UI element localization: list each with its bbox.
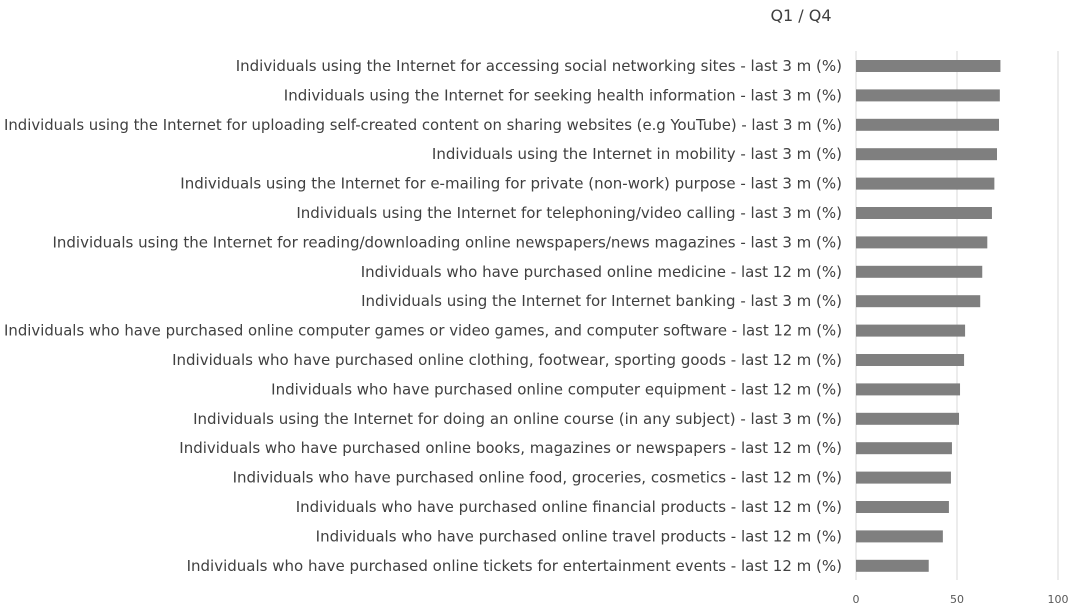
category-label: Individuals using the Internet in mobili… xyxy=(432,145,842,163)
bar xyxy=(856,265,983,278)
bar xyxy=(856,559,929,572)
bar xyxy=(856,295,981,308)
bar xyxy=(856,354,965,366)
category-label: Individuals who have purchased online cl… xyxy=(172,351,842,369)
category-label: Individuals who have purchased online me… xyxy=(361,263,842,281)
category-label: Individuals using the Internet for e-mai… xyxy=(180,175,842,193)
category-label: Individuals who have purchased online fi… xyxy=(296,498,842,516)
x-axis-tick-labels: 0 50 100 xyxy=(853,593,1069,606)
chart: Q1 / Q4 Individuals using the Internet f… xyxy=(4,6,1069,606)
category-label: Individuals using the Internet for readi… xyxy=(52,233,842,251)
bar xyxy=(856,383,961,396)
x-tick-label: 0 xyxy=(853,593,860,606)
x-tick-label: 50 xyxy=(950,593,964,606)
bar xyxy=(856,207,992,219)
bar xyxy=(856,177,995,190)
category-label: Individuals using the Internet for uploa… xyxy=(4,116,842,134)
category-label: Individuals who have purchased online tr… xyxy=(316,527,842,545)
bar xyxy=(856,412,960,425)
x-tick-label: 100 xyxy=(1048,593,1069,606)
bar xyxy=(856,530,943,543)
bar xyxy=(856,442,952,455)
category-label: Individuals who have purchased online bo… xyxy=(179,439,842,457)
bar xyxy=(856,236,988,249)
category-label: Individuals who have purchased online ti… xyxy=(187,557,842,575)
category-label: Individuals who have purchased online co… xyxy=(271,380,842,398)
bar xyxy=(856,89,1000,102)
bars xyxy=(856,60,1001,572)
bar xyxy=(856,471,951,484)
category-label: Individuals using the Internet for seeki… xyxy=(284,86,842,104)
category-label: Individuals using the Internet for acces… xyxy=(236,57,842,75)
chart-title: Q1 / Q4 xyxy=(770,6,831,25)
bar xyxy=(856,148,997,161)
category-label: Individuals who have purchased online fo… xyxy=(233,469,842,487)
category-label: Individuals using the Internet for Inter… xyxy=(361,292,842,310)
bar xyxy=(856,60,1001,72)
bar xyxy=(856,324,966,337)
category-labels: Individuals using the Internet for acces… xyxy=(4,57,842,575)
category-label: Individuals who have purchased online co… xyxy=(4,322,842,340)
bar xyxy=(856,501,949,513)
bar xyxy=(856,118,1000,131)
category-label: Individuals using the Internet for doing… xyxy=(193,410,842,428)
category-label: Individuals using the Internet for telep… xyxy=(296,204,842,222)
